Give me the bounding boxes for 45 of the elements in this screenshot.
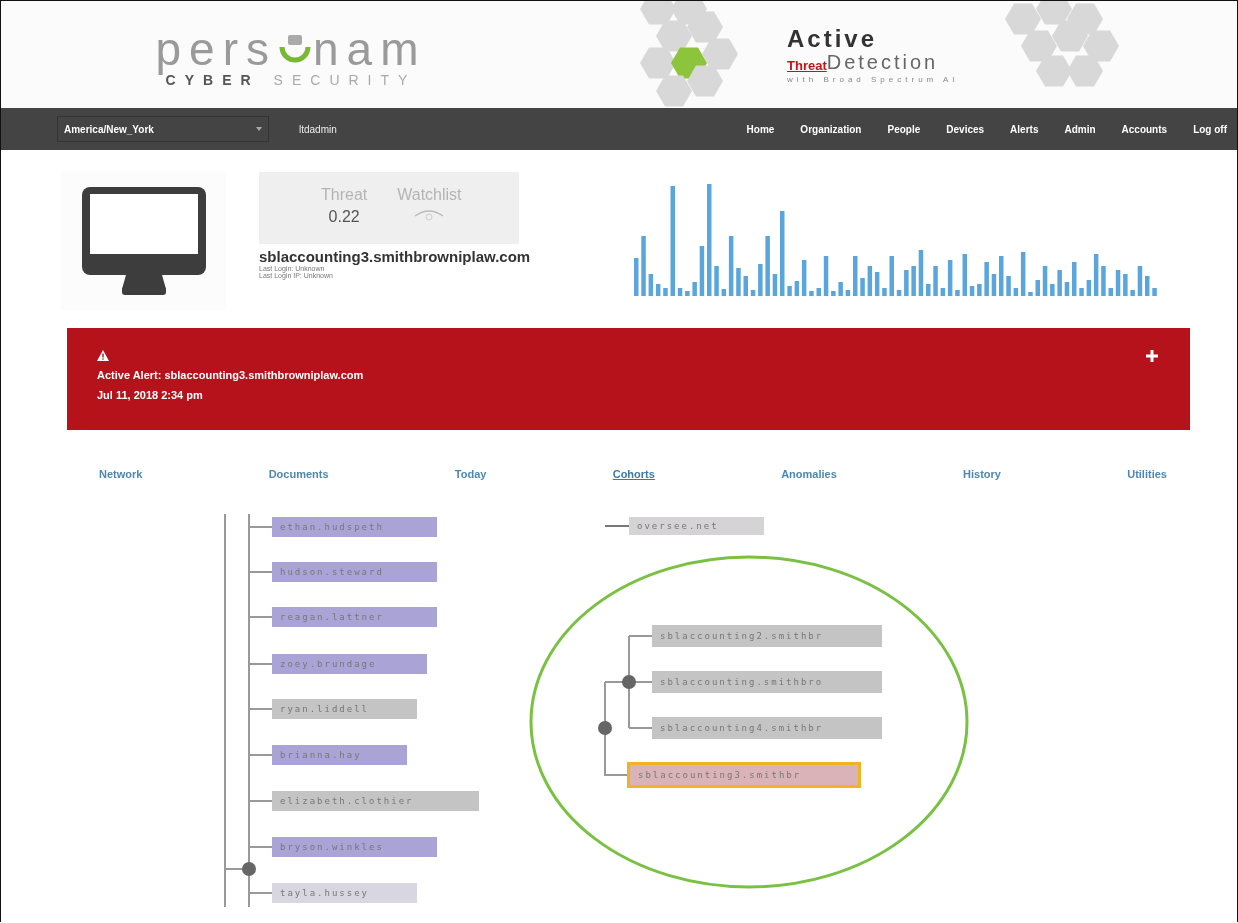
section-tab[interactable]: Documents xyxy=(268,468,329,514)
nav-link[interactable]: Accounts xyxy=(1121,123,1168,135)
product-subtitle: Detection xyxy=(826,51,939,73)
cohort-node[interactable]: oversee.net xyxy=(629,517,764,535)
section-tab[interactable]: History xyxy=(963,468,1001,514)
product-tagline: with Broad Spectrum AI xyxy=(787,75,959,84)
cohort-node[interactable]: ryan.liddell xyxy=(272,699,417,719)
nav-link[interactable]: Alerts xyxy=(1010,123,1039,135)
cohort-node[interactable]: hudson.steward xyxy=(272,562,437,582)
nav-link[interactable]: Admin xyxy=(1064,123,1096,135)
monitor-icon xyxy=(81,187,206,295)
nav-link[interactable]: Organization xyxy=(800,123,862,135)
threat-score: 0.22 xyxy=(328,208,360,226)
stat-label: Watchlist xyxy=(397,186,462,204)
cohort-node[interactable]: sblaccounting4.smithbr xyxy=(652,717,882,739)
nav-link[interactable]: Home xyxy=(746,123,775,135)
cohort-node[interactable]: brianna.hay xyxy=(272,745,407,765)
section-tab[interactable]: Utilities xyxy=(1127,468,1167,514)
alert-message: Active Alert: sblaccounting3.smithbrowniplaw.com xyxy=(97,369,365,381)
cohort-node[interactable]: elizabeth.clothier xyxy=(272,791,479,811)
cohort-node[interactable]: sblaccounting.smithbro xyxy=(652,671,882,693)
stat-label: Threat xyxy=(321,186,368,204)
cohort-node[interactable]: sblaccounting3.smithbr xyxy=(627,762,861,788)
section-tab[interactable]: Cohorts xyxy=(612,468,655,514)
caret-icon xyxy=(256,127,262,131)
expand-button[interactable] xyxy=(1146,348,1158,364)
timezone-select[interactable]: America/New_York xyxy=(57,116,269,142)
section-tab[interactable]: Network xyxy=(99,468,143,514)
warning-icon xyxy=(97,350,109,361)
section-tab[interactable]: Anomalies xyxy=(781,468,837,514)
alert-time: Jul 11, 2018 2:34 pm xyxy=(97,389,204,401)
nav-link[interactable]: Log off xyxy=(1193,123,1227,135)
device-hostname: sblaccounting3.smithbrowniplaw.com xyxy=(259,248,531,265)
cohort-node[interactable]: ethan.hudspeth xyxy=(272,517,437,537)
nav-link[interactable]: People xyxy=(887,123,921,135)
username: ltdadmin xyxy=(299,123,337,135)
section-tab[interactable]: Today xyxy=(454,468,487,514)
cohort-node[interactable]: sblaccounting2.smithbr xyxy=(652,625,882,647)
product-title: Active xyxy=(787,27,879,51)
nav-link[interactable]: Devices xyxy=(946,123,985,135)
leader-line xyxy=(605,525,629,527)
product-highlight: Threat xyxy=(787,58,827,73)
cohort-node[interactable]: reagan.lattner xyxy=(272,607,437,627)
cohort-node[interactable]: bryson.winkles xyxy=(272,837,437,857)
cohort-node[interactable]: tayla.hussey xyxy=(272,883,417,903)
